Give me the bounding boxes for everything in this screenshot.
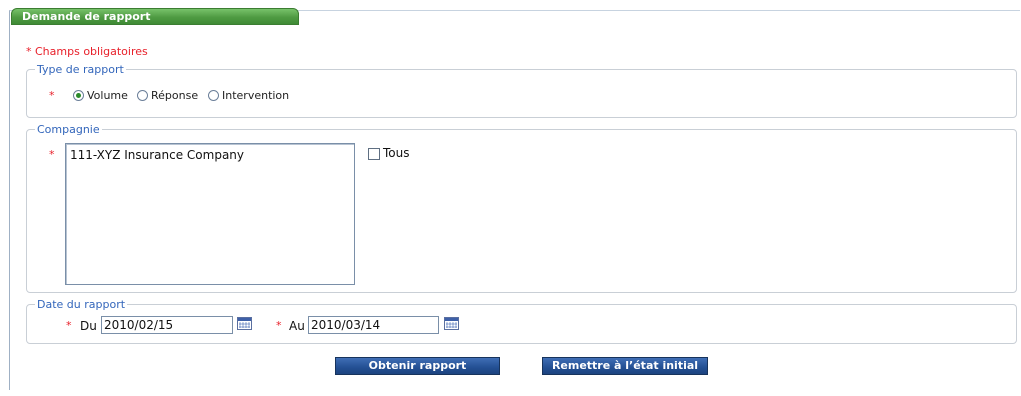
required-marker: *	[49, 148, 55, 161]
report-date-legend: Date du rapport	[37, 298, 126, 311]
required-fields-note: * Champs obligatoires	[26, 45, 148, 58]
to-date-input[interactable]	[308, 316, 439, 334]
required-marker: *	[66, 319, 72, 332]
panel-title-tab: Demande de rapport	[11, 8, 299, 25]
company-listbox[interactable]: 111-XYZ Insurance Company	[65, 143, 355, 285]
to-date-label: Au	[289, 319, 305, 333]
radio-volume[interactable]	[73, 90, 84, 101]
get-report-button[interactable]: Obtenir rapport	[335, 357, 500, 375]
panel-title: Demande de rapport	[22, 10, 151, 23]
reset-button[interactable]: Remettre à l’état initial	[542, 357, 708, 375]
calendar-icon[interactable]	[444, 317, 459, 330]
required-marker: *	[49, 89, 55, 102]
radio-reponse-label[interactable]: Réponse	[151, 89, 198, 102]
company-option[interactable]: 111-XYZ Insurance Company	[70, 148, 244, 162]
radio-intervention-label[interactable]: Intervention	[222, 89, 289, 102]
required-marker: *	[276, 319, 282, 332]
calendar-icon[interactable]	[237, 317, 252, 330]
radio-intervention[interactable]	[208, 90, 219, 101]
all-companies-label[interactable]: Tous	[383, 146, 410, 160]
company-legend: Compagnie	[37, 123, 100, 136]
from-date-label: Du	[80, 319, 97, 333]
radio-reponse[interactable]	[137, 90, 148, 101]
report-type-legend: Type de rapport	[37, 63, 124, 76]
from-date-input[interactable]	[101, 316, 233, 334]
radio-volume-label[interactable]: Volume	[87, 89, 128, 102]
all-companies-checkbox[interactable]	[368, 148, 380, 160]
